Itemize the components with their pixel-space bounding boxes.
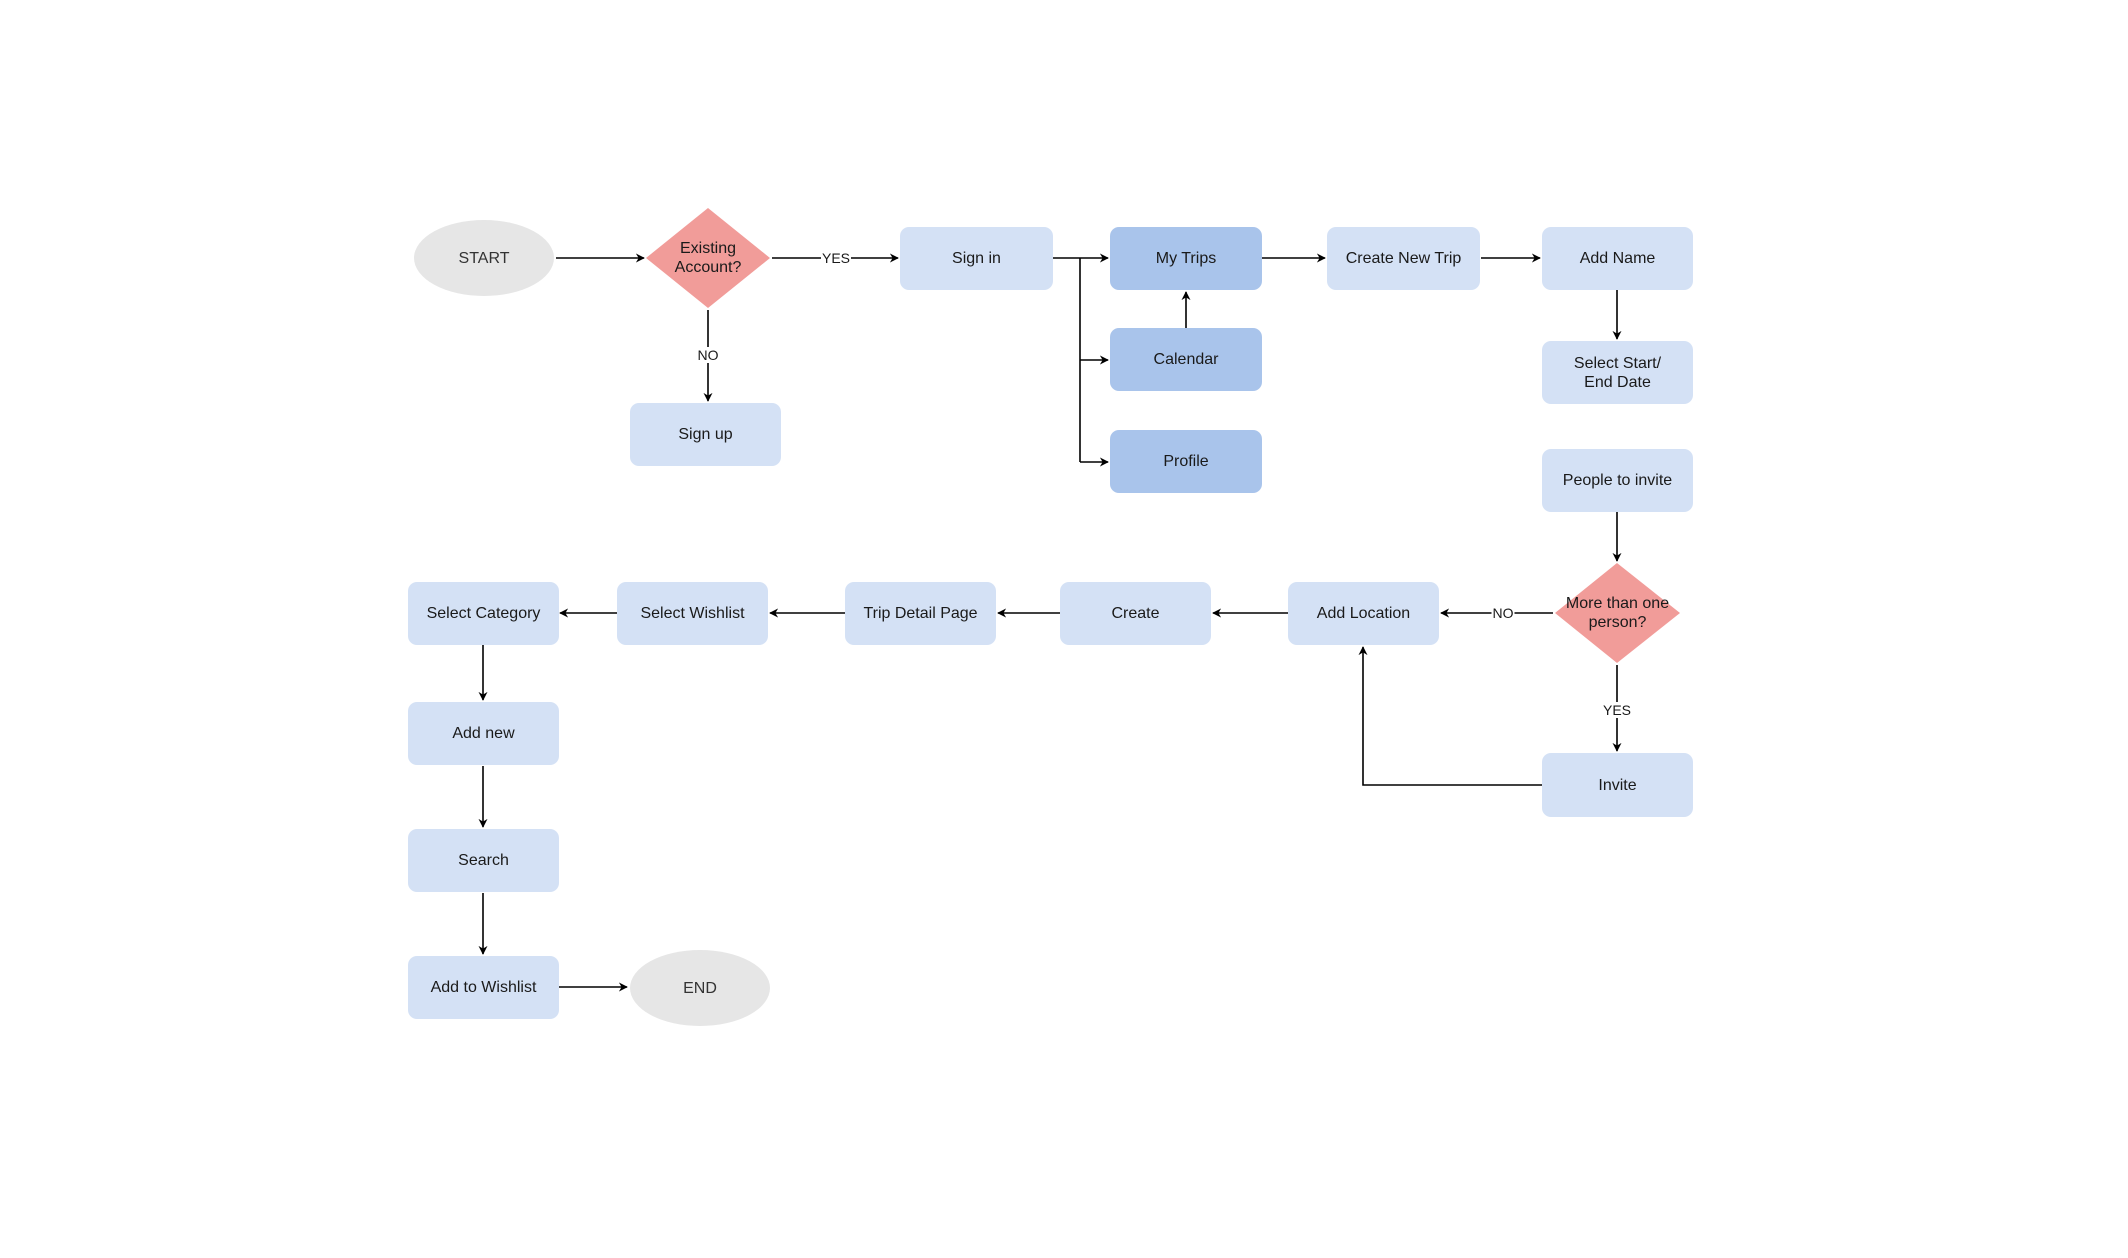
node-select-start-end-date[interactable]: Select Start/ End Date [1542,341,1693,404]
node-profile[interactable]: Profile [1110,430,1262,493]
node-add-location[interactable]: Add Location [1288,582,1439,645]
node-end[interactable]: END [630,950,770,1026]
node-profile-label: Profile [1163,453,1209,470]
node-create[interactable]: Create [1060,582,1211,645]
node-people-to-invite[interactable]: People to invite [1542,449,1693,512]
node-add-name[interactable]: Add Name [1542,227,1693,290]
node-sign-up-label: Sign up [678,426,733,443]
existing-account-line2: Account? [674,259,742,276]
node-add-to-wishlist-label: Add to Wishlist [430,979,537,996]
select-dates-line1: Select Start/ [1573,354,1662,372]
node-people-to-invite-label: People to invite [1562,472,1673,489]
node-select-category-label: Select Category [426,605,541,622]
select-dates-line2: End Date [1584,373,1651,391]
node-calendar[interactable]: Calendar [1110,328,1262,391]
node-start[interactable]: START [414,220,554,296]
node-search-label: Search [458,852,509,869]
edge-label-yes-person: YES [1601,702,1633,718]
edge-label-no-account: NO [696,347,720,363]
node-end-label: END [683,979,717,997]
node-add-location-label: Add Location [1316,605,1411,622]
node-create-label: Create [1111,605,1160,622]
node-add-new-label: Add new [452,725,515,742]
node-calendar-label: Calendar [1153,351,1219,368]
more-than-one-line1: More than one [1565,595,1670,612]
node-more-than-one-person[interactable]: More than one person? [1555,563,1680,663]
edge-label-yes-account: YES [820,250,852,266]
node-start-label: START [458,249,510,267]
node-invite[interactable]: Invite [1542,753,1693,817]
node-select-category[interactable]: Select Category [408,582,559,645]
node-sign-in-label: Sign in [952,250,1001,267]
node-sign-up[interactable]: Sign up [630,403,781,466]
node-trip-detail-page[interactable]: Trip Detail Page [845,582,996,645]
node-create-new-trip[interactable]: Create New Trip [1327,227,1480,290]
node-search[interactable]: Search [408,829,559,892]
node-invite-label: Invite [1598,776,1637,794]
more-than-one-line2: person? [1588,614,1647,631]
node-add-new[interactable]: Add new [408,702,559,765]
node-select-wishlist[interactable]: Select Wishlist [617,582,768,645]
node-add-name-label: Add Name [1579,250,1656,267]
node-my-trips-label: My Trips [1155,250,1217,267]
edge-label-no-person: NO [1491,605,1515,621]
edge-invite-addlocation [1358,646,1542,786]
node-create-new-trip-label: Create New Trip [1345,250,1462,267]
node-my-trips[interactable]: My Trips [1110,227,1262,290]
node-existing-account[interactable]: Existing Account? [646,208,770,308]
node-trip-detail-page-label: Trip Detail Page [863,605,978,622]
node-sign-in[interactable]: Sign in [900,227,1053,290]
existing-account-line1: Existing [679,240,737,257]
node-select-wishlist-label: Select Wishlist [640,605,745,622]
node-add-to-wishlist[interactable]: Add to Wishlist [408,956,559,1019]
